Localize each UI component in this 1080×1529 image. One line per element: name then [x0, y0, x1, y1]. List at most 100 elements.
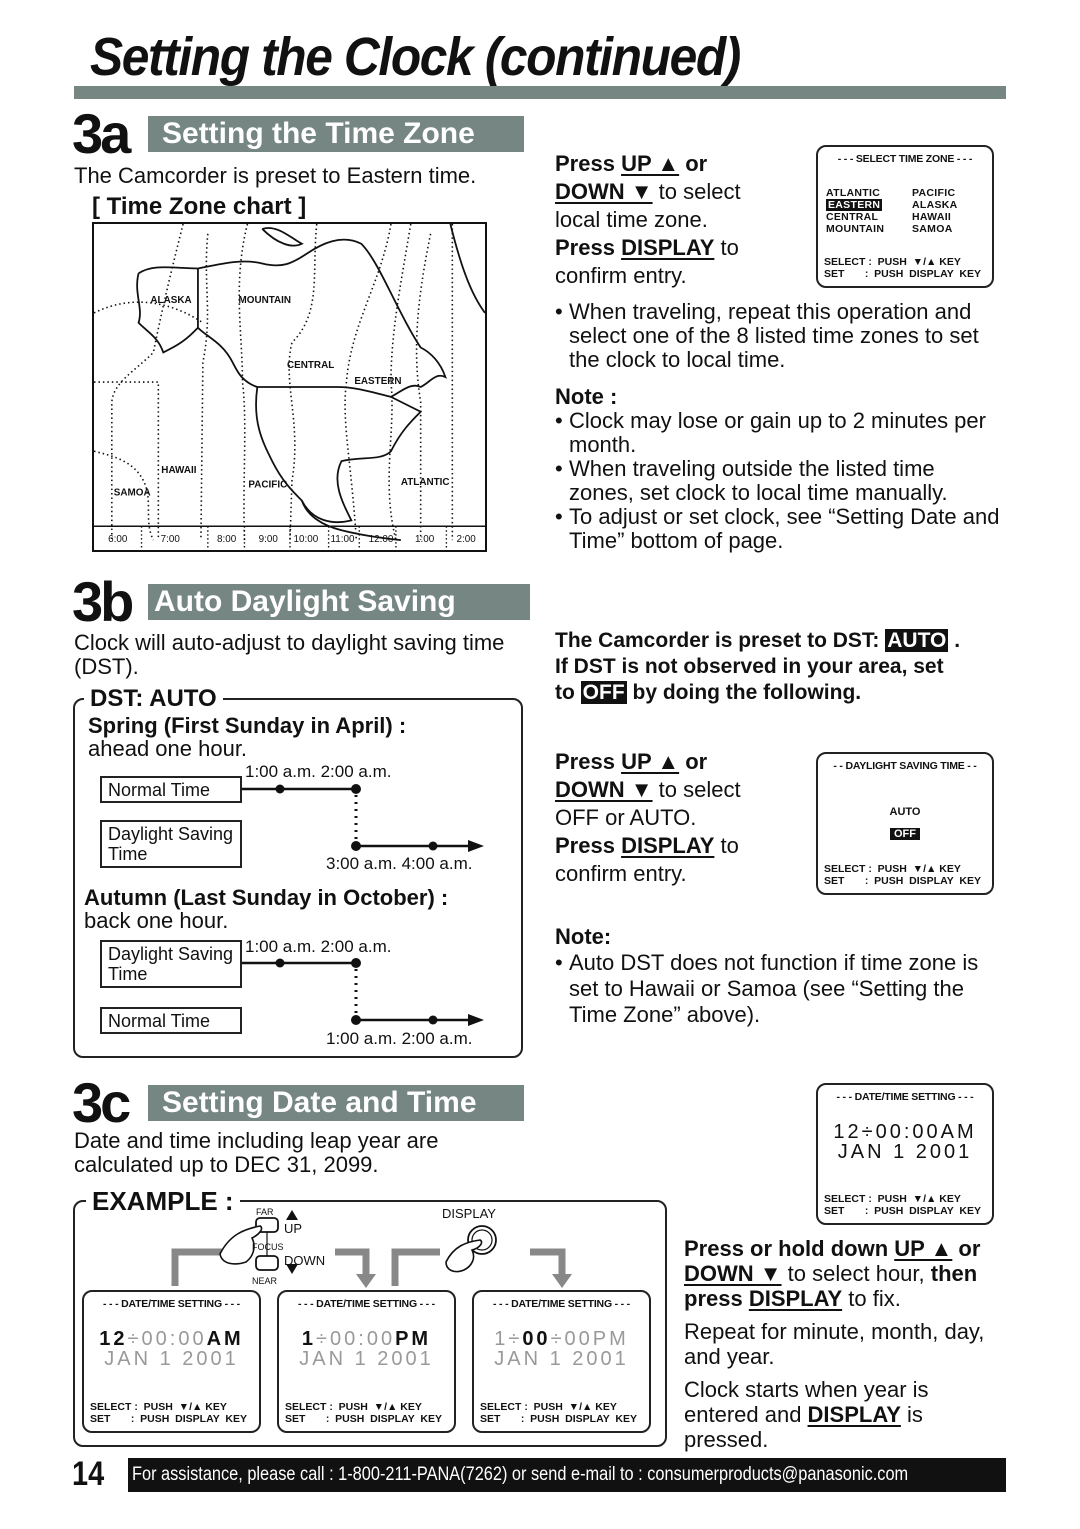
near-label: NEAR	[252, 1276, 278, 1286]
dst-auto-legend: DST: AUTO	[84, 685, 223, 713]
zone-pacific: PACIFIC	[912, 187, 956, 199]
step-screen-hour-pm: - - - DATE/TIME SETTING - - - 1÷00:00PM …	[277, 1290, 456, 1433]
spring-dst-box: Daylight Saving Time	[100, 820, 242, 868]
screen-title: - - - DATE/TIME SETTING - - -	[836, 1091, 974, 1103]
notes-3a: Clock may lose or gain up to 2 minutes p…	[555, 409, 1005, 553]
zone-central: CENTRAL	[826, 211, 879, 223]
section-3b-intro: Clock will auto-adjust to daylight savin…	[74, 630, 505, 679]
up-button-ref: UP ▲	[894, 1236, 953, 1261]
lcd-date: JAN 1 2001	[494, 1348, 629, 1370]
date-time-setting-screen: - - - DATE/TIME SETTING - - - 12÷00:00AM…	[816, 1083, 994, 1225]
spring-top-times: 1:00 a.m. 2:00 a.m.	[245, 762, 392, 781]
page-title: Setting the Clock (continued)	[90, 27, 741, 87]
far-label: FAR	[256, 1207, 274, 1217]
time-scale-label: 2:00	[457, 534, 477, 545]
down-label: DOWN	[284, 1253, 325, 1268]
autumn-timeline	[242, 958, 484, 1026]
map-label-atlantic: ATLANTIC	[401, 477, 450, 488]
autumn-bottom-times: 1:00 a.m. 2:00 a.m.	[326, 1029, 473, 1048]
button-diagram: FAR UP FOCUS DOWN NEAR DISPLAY	[171, 1206, 572, 1288]
display-button-ref: DISPLAY	[621, 833, 715, 858]
time-zone-list: ATLANTIC PACIFIC EASTERN ALASKA CENTRAL …	[826, 187, 992, 235]
note-item: Auto DST does not function if time zone …	[555, 950, 1005, 1028]
down-button-ref: DOWN ▼	[555, 179, 653, 204]
time-scale-label: 11:00	[330, 534, 355, 545]
spring-normal-time-box: Normal Time	[100, 776, 242, 803]
note-title-3a: Note :	[555, 384, 618, 409]
daylight-saving-screen: - - DAYLIGHT SAVING TIME - - AUTO OFF SE…	[816, 752, 994, 895]
repeat-text: Repeat for minute, month, day, and year.	[684, 1319, 985, 1369]
map-label-samoa: SAMOA	[114, 488, 151, 499]
time-scale-label: 9:00	[259, 534, 279, 545]
screen-key-help: SELECT : PUSH ▼/▲ KEY SET : PUSH DISPLAY…	[824, 863, 981, 887]
arrow-down-icon	[552, 1274, 572, 1288]
spring-desc: ahead one hour.	[88, 736, 248, 761]
travel-bullet: When traveling, repeat this operation an…	[555, 300, 1005, 372]
select-time-zone-screen: - - - SELECT TIME ZONE - - - ATLANTIC PA…	[816, 145, 994, 288]
lcd-date: JAN 1 2001	[104, 1348, 239, 1370]
step-screen-hour-am: - - - DATE/TIME SETTING - - - 12÷00:00AM…	[82, 1290, 261, 1433]
notes-3b: Auto DST does not function if time zone …	[555, 950, 1005, 1028]
lcd-date: JAN 1 2001	[299, 1348, 434, 1370]
screen-title: - - DAYLIGHT SAVING TIME - -	[833, 760, 977, 772]
clock-start-text: Clock starts when year is entered and DI…	[684, 1377, 929, 1452]
note-title-3b: Note:	[555, 924, 612, 949]
map-label-pacific: PACIFIC	[248, 480, 287, 491]
time-zone-instructions: Press UP ▲ or DOWN ▼ to select local tim…	[555, 151, 741, 288]
zone-hawaii: HAWAII	[912, 211, 952, 223]
time-zone-chart-title: [ Time Zone chart ]	[92, 193, 307, 220]
section-3a-number: 3a	[72, 102, 131, 165]
up-label: UP	[284, 1221, 302, 1236]
up-button-ref: UP ▲	[621, 151, 680, 176]
note-item: Clock may lose or gain up to 2 minutes p…	[555, 409, 1005, 457]
zone-atlantic: ATLANTIC	[826, 187, 881, 199]
spring-timeline	[242, 784, 484, 852]
section-3b-number: 3b	[72, 570, 134, 633]
map-label-central: CENTRAL	[287, 360, 334, 371]
section-3c-number: 3c	[72, 1071, 131, 1134]
section-3c-intro: Date and time including leap year are ca…	[74, 1128, 439, 1177]
section-3a-intro: The Camcorder is preset to Eastern time.	[74, 163, 477, 188]
map-label-alaska: ALASKA	[150, 295, 191, 306]
map-label-mountain: MOUNTAIN	[239, 295, 292, 306]
note-item: To adjust or set clock, see “Setting Dat…	[555, 505, 1005, 553]
autumn-normal-time-box: Normal Time	[100, 1007, 242, 1034]
time-scale-label: 8:00	[217, 534, 237, 545]
map-label-eastern: EASTERN	[354, 376, 401, 387]
screen-key-help: SELECT : PUSH ▼/▲ KEY SET : PUSH DISPLAY…	[824, 256, 981, 280]
assistance-footer: For assistance, please call : 1-800-211-…	[128, 1458, 1006, 1492]
screen-title: - - - SELECT TIME ZONE - - -	[837, 153, 973, 165]
time-scale-label: 12:00	[369, 534, 394, 545]
dst-preset-text: The Camcorder is preset to DST: AUTO . I…	[555, 629, 961, 704]
zone-samoa: SAMOA	[912, 223, 953, 235]
dst-instructions: Press UP ▲ or DOWN ▼ to select OFF or AU…	[555, 749, 741, 886]
display-button-ref: DISPLAY	[748, 1286, 843, 1311]
dst-option-auto: AUTO	[889, 806, 921, 818]
autumn-dst-box: Daylight Saving Time	[100, 940, 242, 988]
autumn-desc: back one hour.	[84, 908, 229, 933]
time-scale-label: 1:00	[415, 534, 435, 545]
dst-option-off-selected: OFF	[890, 828, 920, 840]
time-zone-map: ALASKA MOUNTAIN CENTRAL EASTERN HAWAII S…	[92, 222, 487, 552]
map-label-hawaii: HAWAII	[161, 465, 196, 476]
screen-key-help: SELECT : PUSH ▼/▲ KEY SET : PUSH DISPLAY…	[824, 1193, 981, 1217]
date-time-instructions: Press or hold down UP ▲ or DOWN ▼ to sel…	[684, 1236, 1009, 1452]
pointing-hand-icon	[445, 1239, 483, 1273]
down-button-ref: DOWN ▼	[684, 1261, 782, 1286]
display-button-ref: DISPLAY	[621, 235, 715, 260]
arrow-down-icon	[356, 1274, 376, 1288]
focus-label: FOCUS	[252, 1242, 284, 1252]
time-scale-label: 10:00	[293, 534, 318, 545]
section-3c-title: Setting Date and Time	[148, 1085, 524, 1121]
zone-eastern-selected: EASTERN	[826, 199, 883, 211]
display-label: DISPLAY	[442, 1206, 496, 1221]
note-item: When traveling outside the listed time z…	[555, 457, 1005, 505]
section-3b-title: Auto Daylight Saving Time	[148, 584, 530, 654]
up-triangle-icon	[286, 1210, 298, 1220]
auto-badge: AUTO	[885, 629, 949, 652]
time-zone-bullets: When traveling, repeat this operation an…	[555, 300, 1005, 372]
up-button-ref: UP ▲	[621, 749, 680, 774]
title-rule	[74, 86, 1006, 99]
lcd-date: JAN 1 2001	[837, 1141, 973, 1163]
time-scale-label: 7:00	[161, 534, 181, 545]
